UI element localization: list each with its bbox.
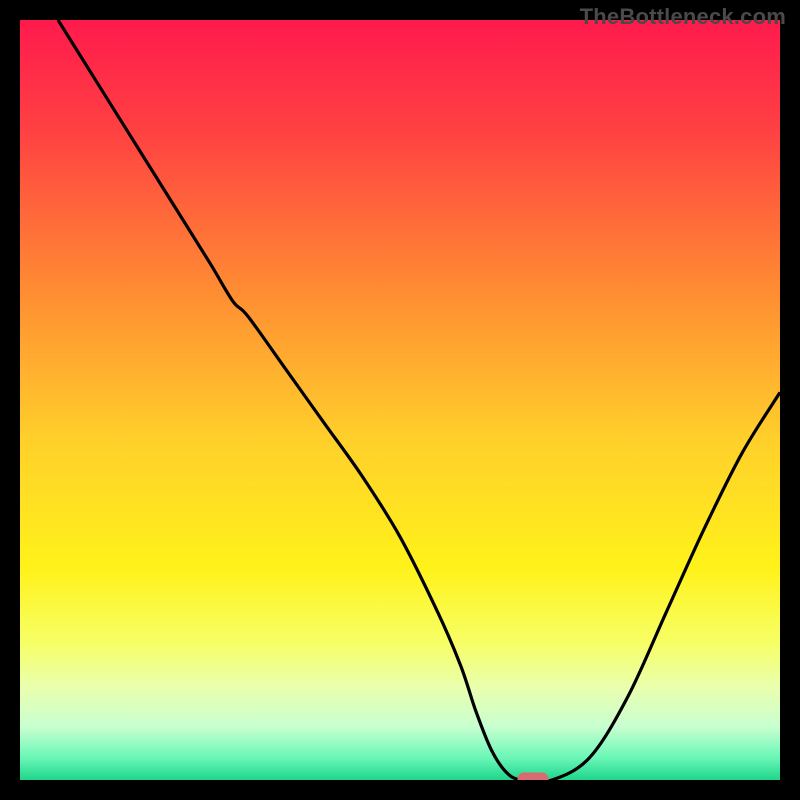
plot-background	[20, 20, 780, 780]
plot-svg	[20, 20, 780, 780]
chart-frame: TheBottleneck.com	[0, 0, 800, 800]
bottleneck-plot	[20, 20, 780, 780]
watermark-text: TheBottleneck.com	[580, 4, 786, 30]
optimal-marker	[518, 773, 548, 780]
